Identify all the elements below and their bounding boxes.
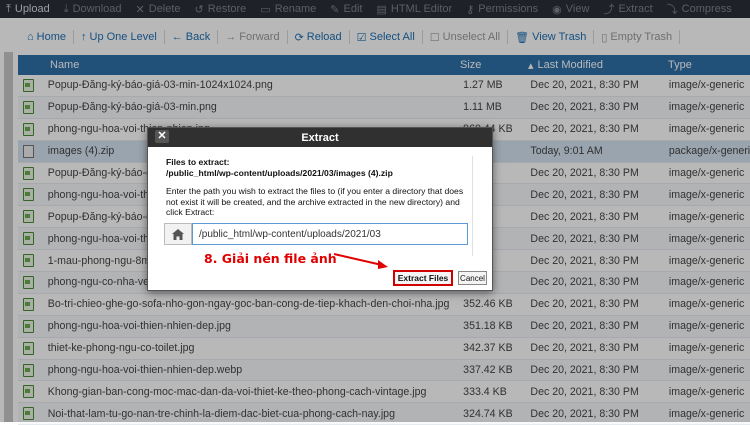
instruction-text: Enter the path you wish to extract the f… — [166, 186, 464, 217]
extract-files-button[interactable]: Extract Files — [393, 270, 453, 286]
dialog-title: Extract — [301, 131, 339, 144]
annotation-text: 8. Giải nén file ảnh — [204, 251, 337, 266]
dialog-body: Files to extract: /public_html/wp-conten… — [166, 157, 476, 223]
cancel-button[interactable]: Cancel — [458, 271, 487, 285]
extract-dialog: ✕ Extract Files to extract: /public_html… — [147, 127, 493, 291]
arrow-icon — [333, 253, 388, 269]
dialog-scrollbar[interactable] — [472, 156, 481, 256]
home-icon[interactable] — [164, 223, 192, 245]
extract-path-input[interactable] — [192, 223, 468, 245]
dialog-header: ✕ Extract — [148, 128, 492, 147]
close-icon[interactable]: ✕ — [155, 130, 169, 143]
path-input-row — [164, 223, 468, 245]
files-label: Files to extract: — [166, 157, 230, 167]
file-path: /public_html/wp-content/uploads/2021/03/… — [166, 167, 393, 178]
annotation-callout: 8. Giải nén file ảnh — [204, 251, 388, 269]
